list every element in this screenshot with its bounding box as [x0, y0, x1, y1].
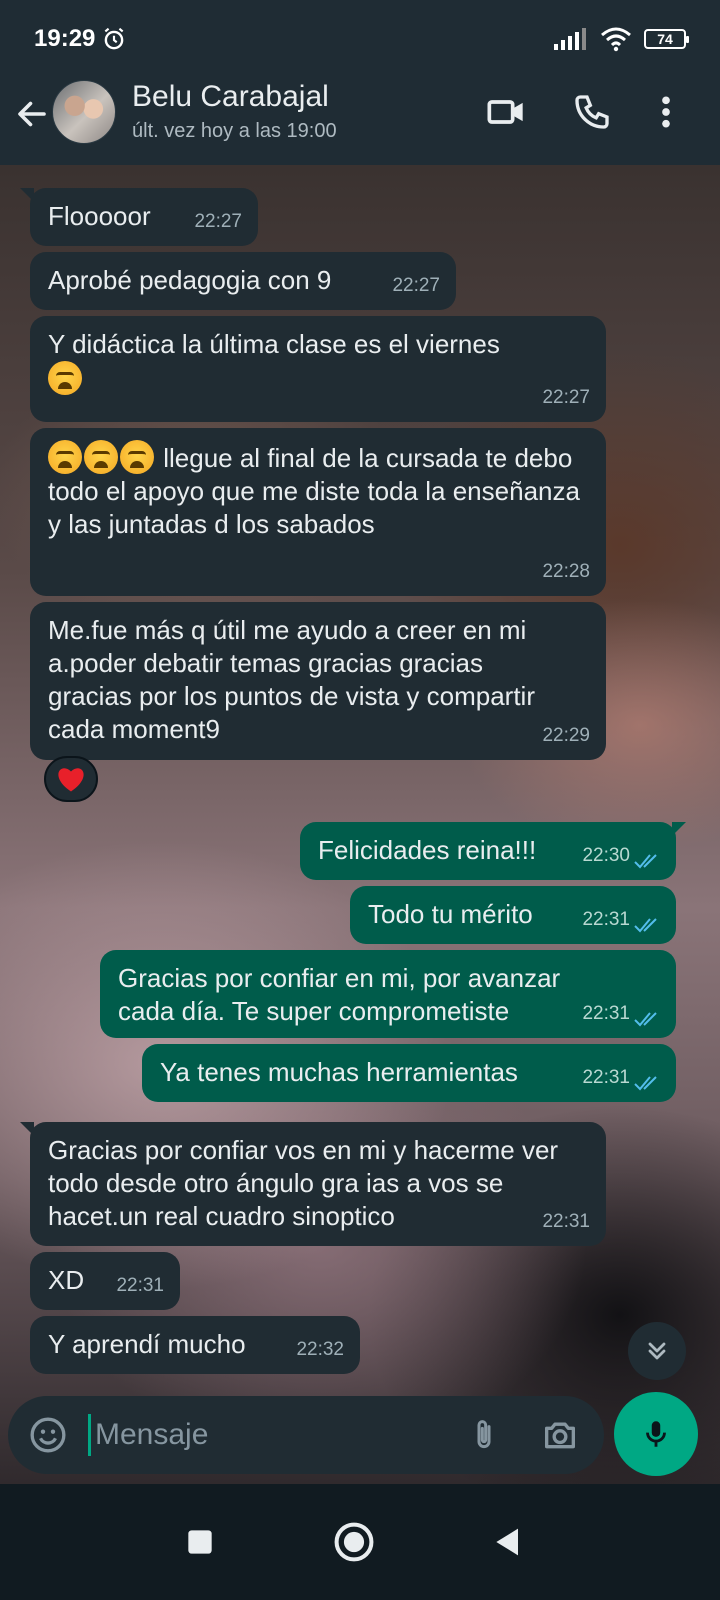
message-text: Me.fue más q útil me ayudo a creer en mi… — [48, 615, 535, 744]
scroll-down-button[interactable] — [628, 1322, 686, 1380]
message-text: Aprobé pedagogia con 9 — [48, 265, 332, 295]
message-text: Gracias por confiar vos en mi y hacerme … — [48, 1135, 559, 1231]
message-time: 22:30 — [582, 845, 630, 866]
message-bubble-outgoing[interactable]: Gracias por confiar en mi, por avanzar c… — [100, 950, 676, 1038]
nav-back-icon[interactable] — [488, 1522, 528, 1562]
message-time: 22:31 — [582, 1067, 630, 1088]
more-options-icon[interactable] — [646, 92, 686, 132]
back-arrow-icon[interactable] — [14, 96, 50, 132]
read-ticks-icon — [634, 854, 657, 869]
message-text: Gracias por confiar en mi, por avanzar c… — [118, 963, 561, 1026]
nav-home-icon[interactable] — [332, 1520, 376, 1564]
message-bubble-outgoing[interactable]: Felicidades reina!!! 22:30 — [300, 822, 686, 880]
message-time: 22:27 — [392, 275, 440, 296]
message-bubble-incoming[interactable]: Me.fue más q útil me ayudo a creer en mi… — [30, 602, 606, 760]
status-time: 19:29 — [34, 25, 96, 52]
message-time: 22:31 — [582, 1003, 630, 1024]
message-text: Y aprendí mucho — [48, 1329, 246, 1359]
alarm-icon — [105, 27, 124, 50]
nav-recents-icon[interactable] — [180, 1522, 220, 1562]
message-bubble-incoming[interactable]: XD 22:31 — [30, 1252, 180, 1310]
emoji-icon[interactable] — [28, 1415, 68, 1455]
camera-icon[interactable] — [540, 1415, 580, 1455]
message-bubble-incoming[interactable]: Flooooor 22:27 — [20, 188, 258, 246]
weary-face-emoji — [48, 440, 82, 474]
message-time: 22:32 — [296, 1339, 344, 1360]
status-bar: 19:29 74 — [0, 0, 720, 78]
message-time: 22:31 — [582, 909, 630, 930]
weary-face-emoji — [120, 440, 154, 474]
message-bubble-incoming[interactable]: Y didáctica la última clase es el vierne… — [30, 316, 606, 422]
message-text: XD — [48, 1265, 85, 1295]
message-text: Flooooor — [48, 201, 151, 231]
message-bubble-incoming[interactable]: llegue al final de la cursada te debo to… — [30, 428, 606, 596]
video-call-icon[interactable] — [486, 92, 526, 132]
weary-face-emoji — [84, 440, 118, 474]
voice-message-button[interactable] — [614, 1392, 698, 1476]
read-ticks-icon — [634, 1076, 657, 1091]
message-bubble-outgoing[interactable]: Ya tenes muchas herramientas 22:31 — [142, 1044, 676, 1102]
message-time: 22:31 — [542, 1211, 590, 1232]
message-bubble-incoming[interactable]: Y aprendí mucho 22:32 — [30, 1316, 360, 1374]
message-bubble-incoming[interactable]: Aprobé pedagogia con 9 22:27 — [30, 252, 456, 310]
wifi-icon — [601, 27, 631, 52]
scroll-down-icon — [648, 1342, 666, 1360]
reaction-badge[interactable] — [44, 756, 98, 802]
message-time: 22:29 — [542, 725, 590, 746]
message-text: Ya tenes muchas herramientas — [160, 1057, 518, 1087]
message-composer — [8, 1396, 604, 1474]
message-input[interactable] — [88, 1414, 448, 1456]
avatar[interactable] — [52, 80, 116, 144]
message-time: 22:28 — [542, 561, 590, 582]
message-time: 22:27 — [542, 387, 590, 408]
contact-name[interactable]: Belu Carabajal — [132, 80, 329, 114]
message-text: Felicidades reina!!! — [318, 835, 537, 865]
system-navigation-bar — [0, 1484, 720, 1600]
red-heart-icon — [58, 768, 84, 792]
message-time: 22:27 — [194, 211, 242, 232]
last-seen-status[interactable]: últ. vez hoy a las 19:00 — [132, 120, 337, 143]
mic-icon — [646, 1421, 666, 1447]
message-text: Todo tu mérito — [368, 899, 533, 929]
message-bubble-outgoing[interactable]: Todo tu mérito 22:31 — [350, 886, 676, 944]
message-time: 22:31 — [116, 1275, 164, 1296]
message-bubble-incoming[interactable]: Gracias por confiar vos en mi y hacerme … — [20, 1122, 606, 1246]
pleading-face-emoji — [48, 361, 82, 395]
chat-header: Belu Carabajal últ. vez hoy a las 19:00 — [0, 78, 720, 165]
phone-icon[interactable] — [572, 92, 612, 132]
battery-icon: 74 — [644, 29, 689, 49]
message-text: Y didáctica la última clase es el vierne… — [48, 329, 500, 359]
attach-icon[interactable] — [464, 1415, 504, 1455]
signal-icon — [554, 28, 586, 50]
read-ticks-icon — [634, 1012, 657, 1027]
read-ticks-icon — [634, 918, 657, 933]
